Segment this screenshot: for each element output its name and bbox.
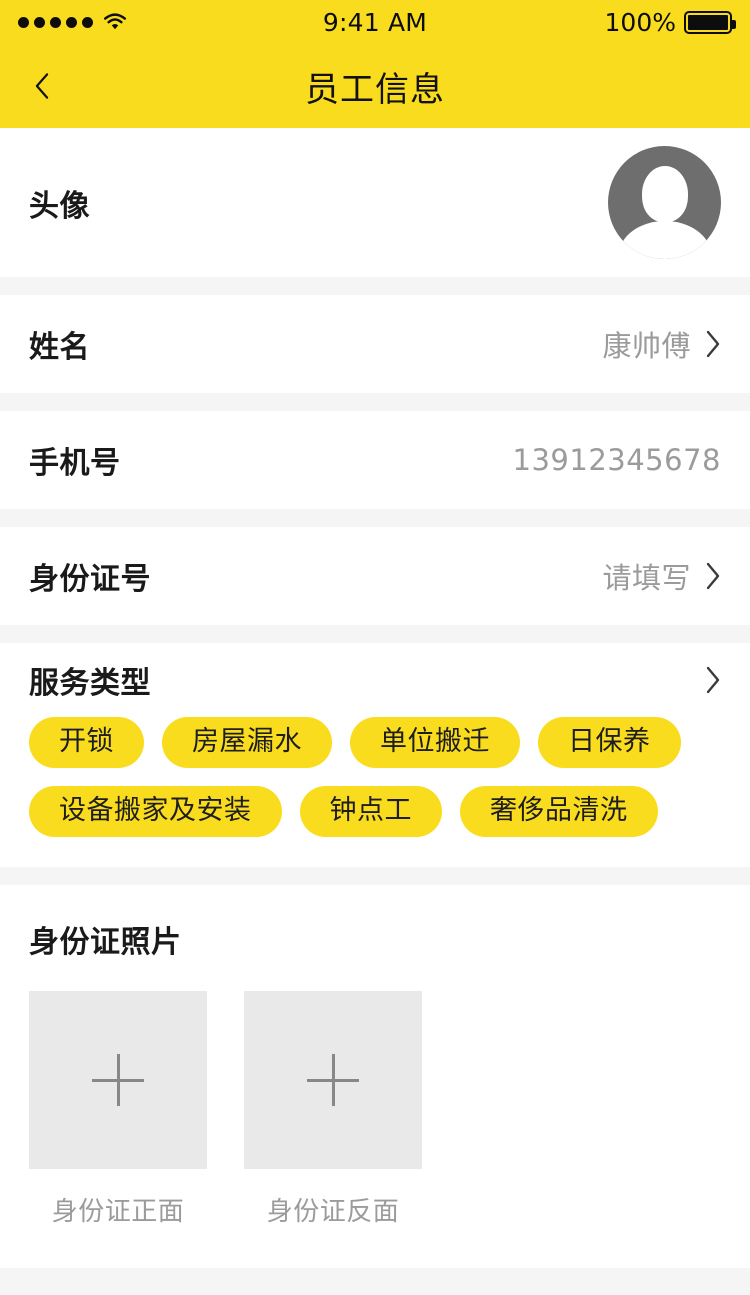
id-photos-section: 身份证照片 身份证正面 身份证反面 xyxy=(0,885,750,1268)
id-number-card: 身份证号 请填写 xyxy=(0,527,750,625)
status-bar-left xyxy=(18,13,127,31)
service-tag[interactable]: 日保养 xyxy=(538,717,681,768)
id-photo-front-caption: 身份证正面 xyxy=(51,1197,185,1227)
section-divider xyxy=(0,277,750,295)
phone-label: 手机号 xyxy=(29,446,121,481)
id-photo-back: 身份证反面 xyxy=(244,991,422,1228)
phone-value: 13912345678 xyxy=(512,443,721,477)
employee-info-screen: 9:41 AM 100% 员工信息 头像 姓名 康帅傅 手机号 13912345… xyxy=(0,0,750,1295)
name-card: 姓名 康帅傅 xyxy=(0,295,750,393)
avatar-label: 头像 xyxy=(29,188,90,224)
service-tag[interactable]: 钟点工 xyxy=(299,786,442,837)
upload-box-back[interactable] xyxy=(244,991,422,1169)
section-divider xyxy=(0,509,750,527)
row-phone: 手机号 13912345678 xyxy=(0,411,750,509)
id-number-value: 请填写 xyxy=(602,561,691,595)
row-avatar[interactable]: 头像 xyxy=(0,128,750,277)
phone-card: 手机号 13912345678 xyxy=(0,411,750,509)
service-tag[interactable]: 设备搬家及安装 xyxy=(29,786,282,837)
service-type-label: 服务类型 xyxy=(29,666,151,701)
service-tag[interactable]: 奢侈品清洗 xyxy=(460,786,658,837)
chevron-right-icon xyxy=(706,666,720,694)
id-photo-back-caption: 身份证反面 xyxy=(266,1197,400,1227)
name-right: 康帅傅 xyxy=(602,323,721,365)
service-type-right xyxy=(705,666,721,694)
section-divider xyxy=(0,867,750,885)
wifi-icon xyxy=(103,13,127,31)
avatar-card: 头像 xyxy=(0,128,750,277)
row-name[interactable]: 姓名 康帅傅 xyxy=(0,295,750,393)
page-title: 员工信息 xyxy=(305,69,445,110)
upload-box-front[interactable] xyxy=(29,991,207,1169)
phone-right: 13912345678 xyxy=(513,443,721,477)
name-label: 姓名 xyxy=(29,330,90,365)
name-value: 康帅傅 xyxy=(602,329,691,363)
signal-dots-icon xyxy=(18,16,93,28)
id-photo-front: 身份证正面 xyxy=(29,991,207,1228)
row-id-number[interactable]: 身份证号 请填写 xyxy=(0,527,750,625)
section-divider xyxy=(0,393,750,411)
chevron-right-icon xyxy=(706,562,720,590)
section-divider xyxy=(0,625,750,643)
service-type-tag-list: 开锁 房屋漏水 单位搬迁 日保养 设备搬家及安装 钟点工 奢侈品清洗 xyxy=(0,717,750,867)
chevron-right-icon xyxy=(706,330,720,358)
id-photos-title: 身份证照片 xyxy=(29,925,182,960)
nav-bar: 员工信息 xyxy=(0,44,750,128)
battery-percent-label: 100% xyxy=(604,7,676,37)
service-tag[interactable]: 开锁 xyxy=(29,717,144,768)
avatar-right xyxy=(608,146,721,259)
battery-full-icon xyxy=(684,10,736,34)
service-type-header[interactable]: 服务类型 xyxy=(0,643,750,717)
id-number-right: 请填写 xyxy=(602,555,721,597)
id-number-label: 身份证号 xyxy=(29,562,151,597)
avatar-placeholder-icon[interactable] xyxy=(608,146,721,259)
id-photos-upload-list: 身份证正面 身份证反面 xyxy=(29,991,721,1228)
status-bar: 9:41 AM 100% xyxy=(0,0,750,44)
service-tag[interactable]: 单位搬迁 xyxy=(350,717,520,768)
status-bar-time: 9:41 AM xyxy=(322,7,428,37)
service-type-card: 服务类型 开锁 房屋漏水 单位搬迁 日保养 设备搬家及安装 钟点工 奢侈品清洗 xyxy=(0,643,750,867)
service-tag[interactable]: 房屋漏水 xyxy=(162,717,332,768)
status-bar-right: 100% xyxy=(604,7,736,37)
delete-button-container: 删除员工 xyxy=(0,1268,750,1295)
